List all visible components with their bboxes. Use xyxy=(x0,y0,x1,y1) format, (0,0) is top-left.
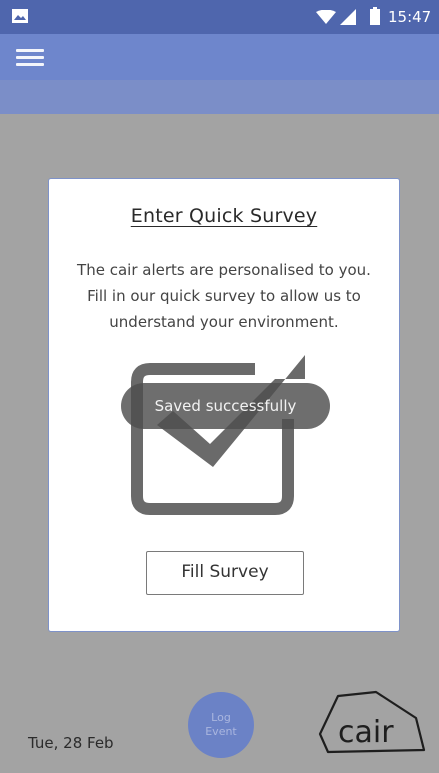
logo-text: cair xyxy=(338,715,394,750)
app-bar xyxy=(0,34,439,80)
cair-logo: cair xyxy=(318,690,426,754)
signal-icon xyxy=(340,9,356,25)
hamburger-menu-icon[interactable] xyxy=(12,42,48,72)
battery-icon xyxy=(370,7,380,25)
status-bar: 15:47 xyxy=(0,0,439,34)
toast-message: Saved successfully xyxy=(121,383,330,429)
checkbox-check-icon xyxy=(131,355,305,515)
card-title: Enter Quick Survey xyxy=(130,205,318,227)
date-label: Tue, 28 Feb xyxy=(28,734,114,752)
fill-survey-button[interactable]: Fill Survey xyxy=(146,551,304,595)
log-event-label-line1: Log xyxy=(211,711,231,724)
status-clock: 15:47 xyxy=(388,8,432,26)
wifi-icon xyxy=(316,10,336,24)
log-event-button[interactable]: Log Event xyxy=(188,692,254,758)
log-event-label-line2: Event xyxy=(205,725,237,738)
toolbar-strip xyxy=(0,80,439,114)
gallery-icon xyxy=(12,9,28,23)
card-description: The cair alerts are personalised to you.… xyxy=(77,261,371,331)
